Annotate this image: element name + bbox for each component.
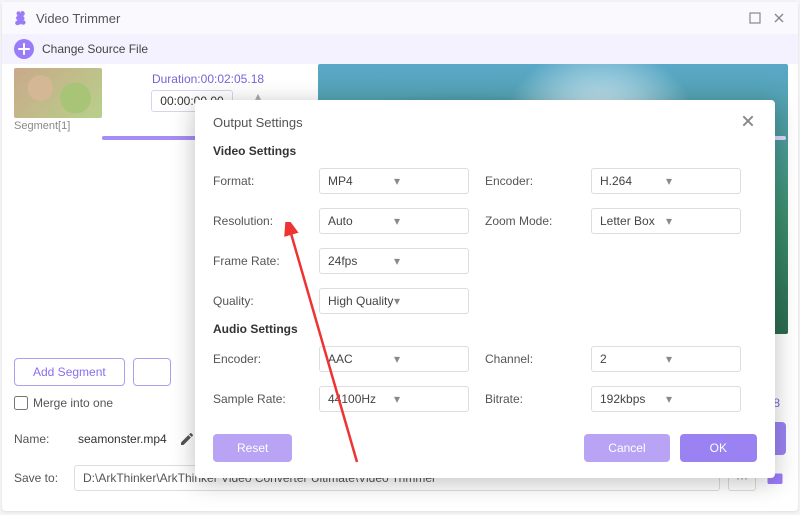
duration-label: Duration:00:02:05.18 — [152, 68, 264, 90]
cancel-button[interactable]: Cancel — [584, 434, 669, 462]
change-source-button[interactable] — [14, 39, 34, 59]
app-window: Video Trimmer Change Source File Duratio… — [2, 2, 798, 511]
chevron-down-icon: ▾ — [666, 174, 732, 188]
chevron-down-icon: ▾ — [394, 392, 460, 406]
chevron-down-icon: ▾ — [666, 214, 732, 228]
resolution-select[interactable]: Auto▾ — [319, 208, 469, 234]
dialog-title: Output Settings — [213, 115, 741, 130]
dialog-close-icon[interactable] — [741, 114, 757, 130]
merge-checkbox[interactable]: Merge into one — [14, 396, 113, 410]
encoder-label: Encoder: — [485, 174, 575, 188]
chevron-down-icon: ▾ — [394, 254, 460, 268]
format-select[interactable]: MP4▾ — [319, 168, 469, 194]
bitrate-label: Bitrate: — [485, 392, 575, 406]
bitrate-select[interactable]: 192kbps▾ — [591, 386, 741, 412]
titlebar: Video Trimmer — [2, 2, 798, 34]
format-label: Format: — [213, 174, 303, 188]
chevron-down-icon: ▾ — [394, 294, 460, 308]
audio-encoder-select[interactable]: AAC▾ — [319, 346, 469, 372]
toolbar: Change Source File — [2, 34, 798, 64]
framerate-select[interactable]: 24fps▾ — [319, 248, 469, 274]
change-source-label: Change Source File — [42, 42, 148, 56]
quality-label: Quality: — [213, 294, 303, 308]
add-segment-button[interactable]: Add Segment — [14, 358, 125, 386]
segment-extra-button[interactable] — [133, 358, 171, 386]
chevron-down-icon: ▾ — [666, 392, 732, 406]
samplerate-select[interactable]: 44100Hz▾ — [319, 386, 469, 412]
audio-settings-heading: Audio Settings — [213, 322, 757, 336]
edit-name-icon[interactable] — [179, 431, 195, 447]
chevron-down-icon: ▾ — [394, 352, 460, 366]
app-logo-icon — [12, 9, 30, 27]
video-settings-heading: Video Settings — [213, 144, 757, 158]
resolution-label: Resolution: — [213, 214, 303, 228]
chevron-down-icon: ▾ — [394, 174, 460, 188]
channel-select[interactable]: 2▾ — [591, 346, 741, 372]
clip-thumbnail[interactable] — [14, 68, 102, 118]
zoom-mode-select[interactable]: Letter Box▾ — [591, 208, 741, 234]
name-label: Name: — [14, 432, 66, 446]
audio-encoder-label: Encoder: — [213, 352, 303, 366]
filename-value: seamonster.mp4 — [74, 430, 171, 448]
chevron-down-icon: ▾ — [394, 214, 460, 228]
save-to-label: Save to: — [14, 471, 66, 485]
close-button[interactable] — [770, 9, 788, 27]
window-title: Video Trimmer — [36, 11, 740, 26]
samplerate-label: Sample Rate: — [213, 392, 303, 406]
quality-select[interactable]: High Quality▾ — [319, 288, 469, 314]
zoom-label: Zoom Mode: — [485, 214, 575, 228]
minimize-button[interactable] — [746, 9, 764, 27]
chevron-down-icon: ▾ — [666, 352, 732, 366]
channel-label: Channel: — [485, 352, 575, 366]
ok-button[interactable]: OK — [680, 434, 757, 462]
reset-button[interactable]: Reset — [213, 434, 292, 462]
framerate-label: Frame Rate: — [213, 254, 303, 268]
video-encoder-select[interactable]: H.264▾ — [591, 168, 741, 194]
output-settings-dialog: Output Settings Video Settings Format: M… — [195, 100, 775, 478]
